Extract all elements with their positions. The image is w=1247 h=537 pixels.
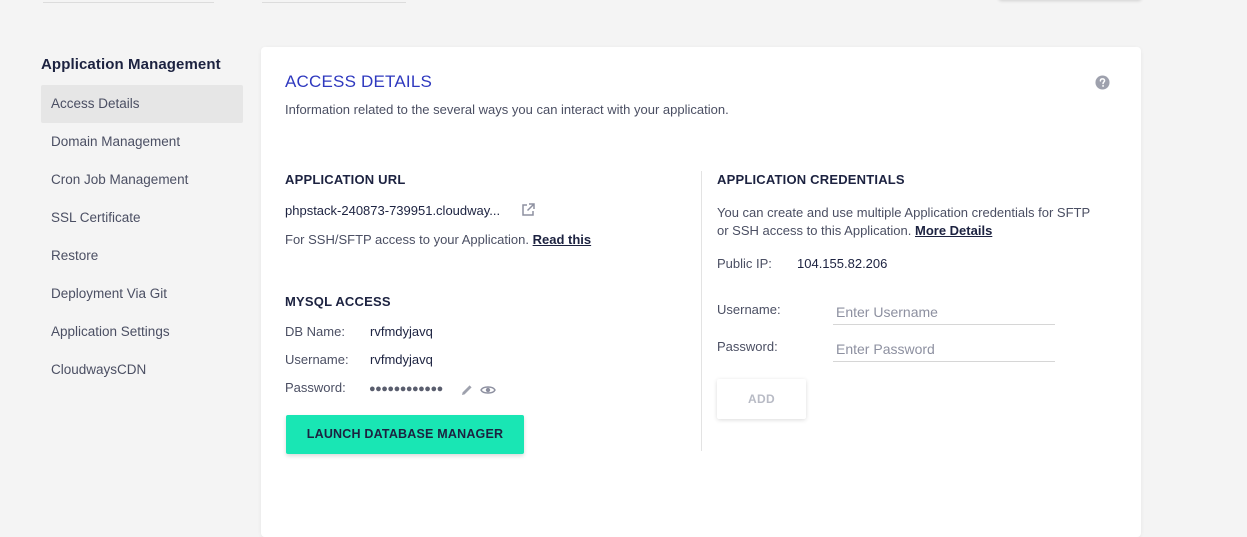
sidebar-item-application-settings[interactable]: Application Settings (41, 313, 243, 351)
public-ip-label: Public IP: (717, 256, 772, 271)
sidebar-nav: Access Details Domain Management Cron Jo… (41, 85, 243, 389)
credentials-description-text: or SSH access to this Application. (717, 223, 912, 238)
cred-username-label: Username: (717, 302, 781, 317)
more-details-link[interactable]: More Details (915, 223, 992, 238)
page-subtitle: Information related to the several ways … (285, 102, 729, 117)
db-username-label: Username: (285, 352, 349, 367)
page-title: ACCESS DETAILS (285, 72, 433, 91)
sidebar-item-deployment-via-git[interactable]: Deployment Via Git (41, 275, 243, 313)
eye-icon[interactable] (480, 384, 496, 396)
password-input[interactable] (833, 336, 1055, 362)
launch-database-manager-button[interactable]: LAUNCH DATABASE MANAGER (286, 415, 524, 454)
credentials-description-line2: or SSH access to this Application. More … (717, 223, 992, 238)
top-divider-right (262, 2, 406, 3)
top-divider-left (43, 2, 214, 3)
db-password-masked: ●●●●●●●●●●●● (369, 383, 443, 395)
sidebar-item-cloudwayscdn[interactable]: CloudwaysCDN (41, 351, 243, 389)
sidebar: Application Management Access Details Do… (41, 55, 243, 389)
access-details-card: ACCESS DETAILS Information related to th… (261, 47, 1141, 537)
external-link-icon[interactable] (520, 202, 536, 218)
sidebar-item-access-details[interactable]: Access Details (41, 85, 243, 123)
sidebar-item-ssl-certificate[interactable]: SSL Certificate (41, 199, 243, 237)
sidebar-title: Application Management (41, 56, 221, 73)
mysql-access-heading: MYSQL ACCESS (285, 294, 391, 309)
pencil-icon[interactable] (460, 383, 474, 397)
cred-password-label: Password: (717, 339, 778, 354)
db-password-label: Password: (285, 380, 346, 395)
question-circle-icon[interactable] (1095, 75, 1110, 90)
application-credentials-heading: APPLICATION CREDENTIALS (717, 172, 905, 187)
application-url-link[interactable]: phpstack-240873-739951.cloudway... (285, 203, 500, 218)
public-ip-value: 104.155.82.206 (797, 256, 888, 271)
sidebar-item-cron-job-management[interactable]: Cron Job Management (41, 161, 243, 199)
username-input[interactable] (833, 299, 1055, 325)
ssh-access-label: For SSH/SFTP access to your Application. (285, 232, 529, 247)
sidebar-item-domain-management[interactable]: Domain Management (41, 123, 243, 161)
application-url-heading: APPLICATION URL (285, 172, 406, 187)
read-this-link[interactable]: Read this (533, 232, 592, 247)
db-name-value: rvfmdyjavq (370, 324, 433, 339)
credentials-description-line1: You can create and use multiple Applicat… (717, 205, 1091, 220)
db-username-value: rvfmdyjavq (370, 352, 433, 367)
db-name-label: DB Name: (285, 324, 345, 339)
add-credential-button[interactable]: ADD (717, 379, 806, 419)
ssh-access-text: For SSH/SFTP access to your Application.… (285, 232, 591, 247)
column-divider (701, 171, 702, 451)
sidebar-item-restore[interactable]: Restore (41, 237, 243, 275)
